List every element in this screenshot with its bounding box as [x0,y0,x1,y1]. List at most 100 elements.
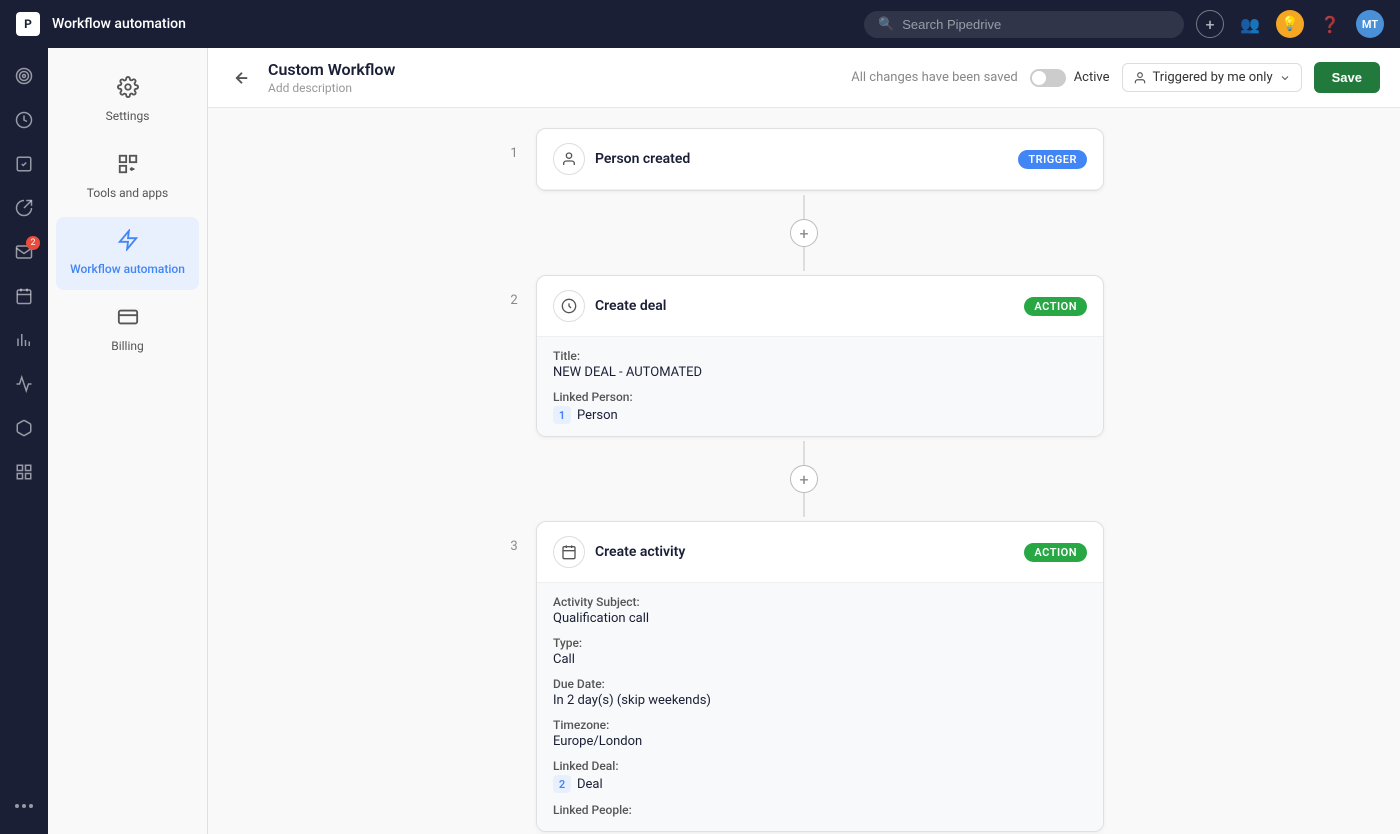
step-details-2: Title: NEW DEAL - AUTOMATED Linked Perso… [537,337,1103,436]
search-bar[interactable]: 🔍 [864,11,1184,38]
connector-1: + [790,195,818,271]
deal-tag: 2 [553,775,571,793]
sidebar-item-campaigns[interactable] [4,188,44,228]
back-button[interactable] [228,64,256,92]
add-step-button-1[interactable]: + [790,219,818,247]
ideas-icon[interactable]: 💡 [1276,10,1304,38]
step-badge-2: ACTION [1024,297,1087,316]
workflow-description[interactable]: Add description [268,81,839,95]
sidebar-item-calendar[interactable] [4,276,44,316]
sidebar-item-tools[interactable]: Tools and apps [56,141,199,214]
step-row-3: 3 Create activity ACTION Activity Subjec… [504,521,1104,832]
active-toggle-wrap: Active [1030,69,1110,87]
step-badge-3: ACTION [1024,543,1087,562]
mail-badge: 2 [26,236,40,250]
workflow-title: Custom Workflow [268,60,839,79]
detail-value-linked-deal: 2 Deal [553,775,1087,793]
main-layout: 2 Settings [0,48,1400,834]
person-tag: 1 [553,406,571,424]
search-input[interactable] [902,17,1170,32]
detail-value-due-date: In 2 day(s) (skip weekends) [553,693,1087,708]
step-card-header-1: Person created TRIGGER [537,129,1103,190]
sidebar-item-tasks[interactable] [4,144,44,184]
detail-value-title: NEW DEAL - AUTOMATED [553,365,1087,380]
help-icon[interactable]: ❓ [1316,10,1344,38]
settings-icon [117,76,139,103]
detail-row-linked-people: Linked People: [553,803,1087,819]
topbar-actions: 👥 💡 ❓ MT [1236,10,1384,38]
sidebar-item-reports[interactable] [4,320,44,360]
step-details-3: Activity Subject: Qualification call Typ… [537,583,1103,831]
step-icon-2 [553,290,585,322]
sidebar-item-products[interactable] [4,408,44,448]
detail-value-linked-person: 1 Person [553,406,1087,424]
connector-line-bottom-1 [803,247,805,271]
detail-label-due-date: Due Date: [553,677,1087,691]
detail-row-due-date: Due Date: In 2 day(s) (skip weekends) [553,677,1087,708]
sidebar: 2 [0,48,48,834]
step-name-2: Create deal [595,298,666,314]
step-number-3: 3 [504,539,524,554]
detail-value-timezone: Europe/London [553,734,1087,749]
workflow-label: Workflow automation [70,262,185,278]
settings-label: Settings [106,109,150,125]
step-card-3[interactable]: Create activity ACTION Activity Subject:… [536,521,1104,832]
step-card-2[interactable]: Create deal ACTION Title: NEW DEAL - AUT… [536,275,1104,437]
add-button[interactable]: + [1196,10,1224,38]
tools-icon [117,153,139,180]
step-name-3: Create activity [595,544,685,560]
detail-label-type: Type: [553,636,1087,650]
workflow-canvas: 1 Person created TRIGGER + [208,108,1400,834]
saved-status: All changes have been saved [851,70,1017,85]
detail-row-activity-subject: Activity Subject: Qualification call [553,595,1087,626]
step-number-2: 2 [504,293,524,308]
step-row-2: 2 Create deal ACTION Title: [504,275,1104,437]
detail-label-title: Title: [553,349,1087,363]
step-badge-1: TRIGGER [1018,150,1087,169]
app-title: Workflow automation [52,16,852,32]
workflow-icon [117,229,139,256]
topbar: P Workflow automation 🔍 + 👥 💡 ❓ MT [0,0,1400,48]
connector-line-top-2 [803,441,805,465]
sidebar-item-deals[interactable] [4,100,44,140]
step-card-1[interactable]: Person created TRIGGER [536,128,1104,191]
connector-2: + [790,441,818,517]
workflow-header-right: All changes have been saved Active Trigg… [851,62,1380,93]
triggered-by-label: Triggered by me only [1153,70,1273,85]
detail-label-linked-deal: Linked Deal: [553,759,1087,773]
save-button[interactable]: Save [1314,62,1380,93]
billing-label: Billing [111,339,144,355]
detail-row-timezone: Timezone: Europe/London [553,718,1087,749]
sidebar-item-mail[interactable]: 2 [4,232,44,272]
avatar[interactable]: MT [1356,10,1384,38]
triggered-by-dropdown[interactable]: Triggered by me only [1122,63,1302,92]
step-card-header-2: Create deal ACTION [537,276,1103,337]
connector-line-bottom-2 [803,493,805,517]
detail-row-type: Type: Call [553,636,1087,667]
sidebar-item-charts[interactable] [4,364,44,404]
detail-value-type: Call [553,652,1087,667]
sidebar-item-billing[interactable]: Billing [56,294,199,367]
detail-row-linked-deal: Linked Deal: 2 Deal [553,759,1087,793]
sidebar-item-workflow[interactable]: Workflow automation [56,217,199,290]
step-icon-1 [553,143,585,175]
detail-row-title: Title: NEW DEAL - AUTOMATED [553,349,1087,380]
people-icon[interactable]: 👥 [1236,10,1264,38]
billing-icon [117,306,139,333]
active-toggle[interactable] [1030,69,1066,87]
detail-value-activity-subject: Qualification call [553,611,1087,626]
detail-label-activity-subject: Activity Subject: [553,595,1087,609]
workflow-title-block: Custom Workflow Add description [268,60,839,95]
add-step-button-2[interactable]: + [790,465,818,493]
step-row-1: 1 Person created TRIGGER [504,128,1104,191]
detail-label-linked-people: Linked People: [553,803,1087,817]
sidebar-item-settings[interactable]: Settings [56,64,199,137]
sidebar-item-more[interactable] [4,786,44,826]
sidebar-item-target[interactable] [4,56,44,96]
step-wrapper: 1 Person created TRIGGER + [504,128,1104,832]
step-number-1: 1 [504,146,524,161]
sidebar-item-marketplace[interactable] [4,452,44,492]
search-icon: 🔍 [878,17,894,32]
active-label: Active [1074,70,1110,85]
step-name-1: Person created [595,151,690,167]
